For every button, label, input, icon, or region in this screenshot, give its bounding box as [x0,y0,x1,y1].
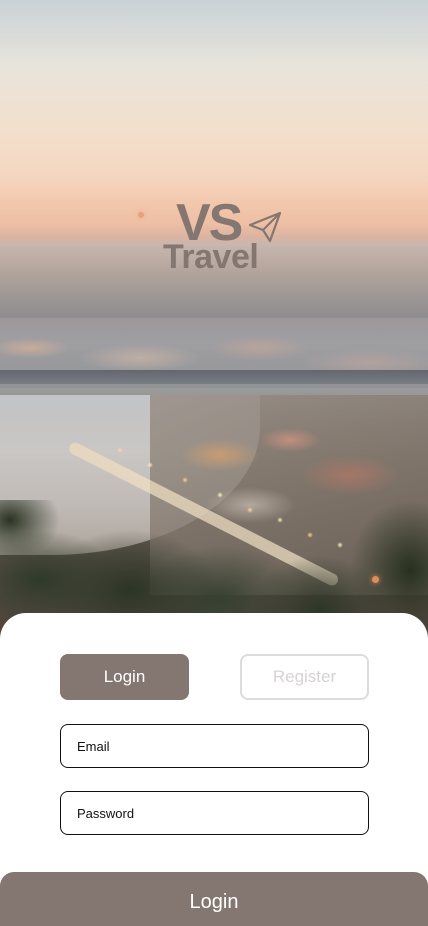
password-field[interactable] [60,791,369,835]
email-field[interactable] [60,724,369,768]
login-tab[interactable]: Login [60,654,189,700]
background-photo [0,0,428,660]
register-tab[interactable]: Register [240,654,369,700]
bulb-light [372,576,379,583]
logo: VS Travel [160,197,284,283]
bridge [0,370,428,384]
logo-travel: Travel [163,238,259,276]
login-submit-button[interactable]: Login [0,872,428,926]
distant-light [138,212,144,218]
